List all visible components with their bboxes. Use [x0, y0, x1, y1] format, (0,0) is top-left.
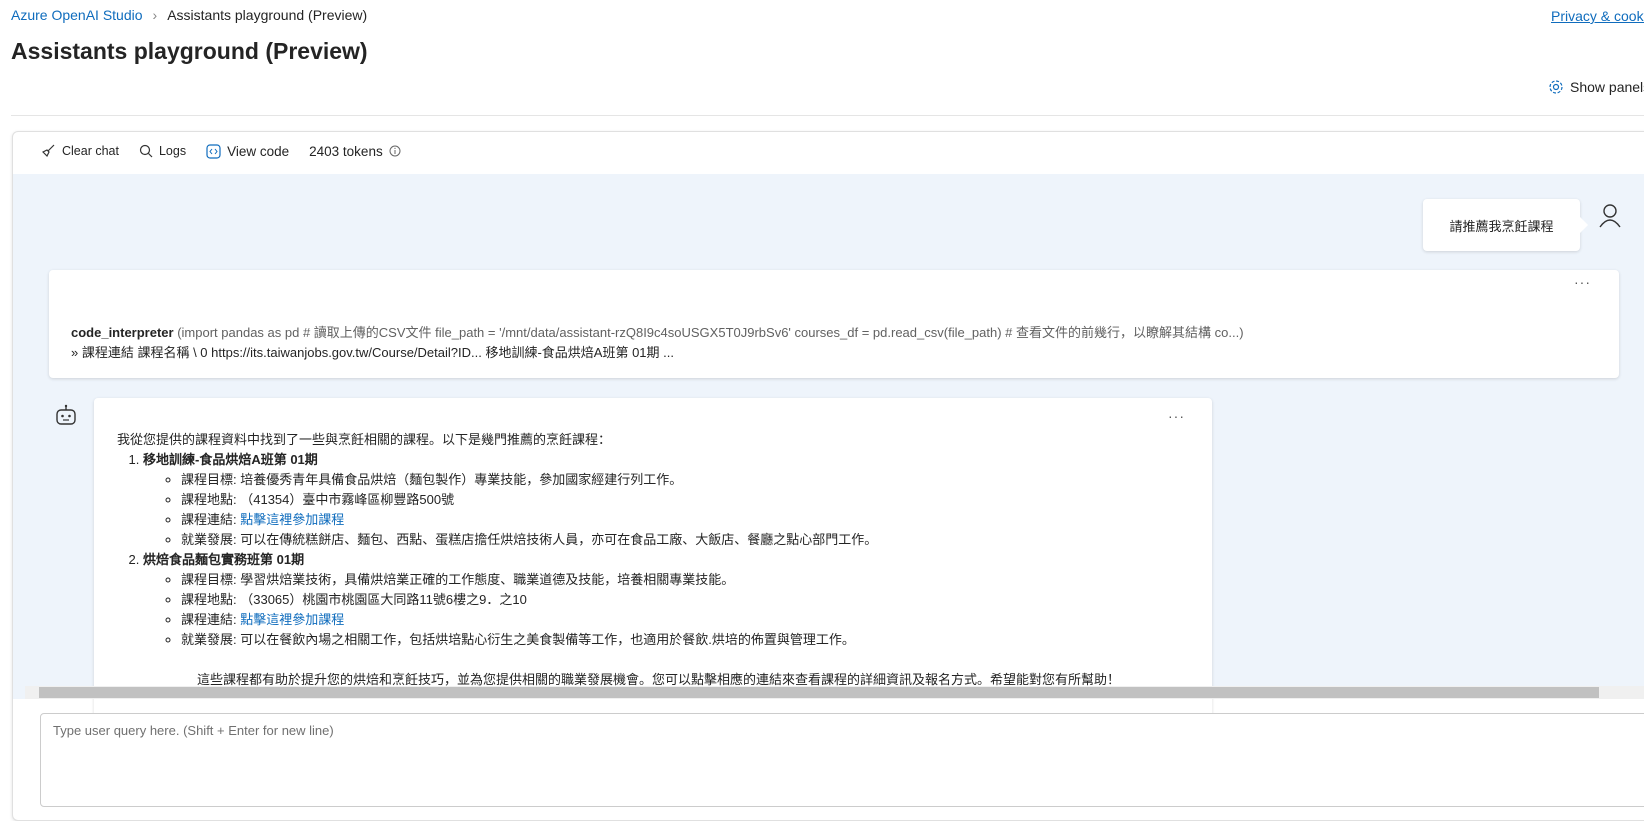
search-icon: [139, 144, 153, 158]
more-options-icon[interactable]: ···: [1168, 408, 1185, 424]
course-detail: 課程地點: （41354）臺中市霧峰區柳豐路500號: [181, 490, 1120, 510]
logs-button[interactable]: Logs: [139, 144, 186, 158]
view-code-button[interactable]: View code: [206, 144, 289, 159]
course-item: 烘焙食品麵包實務班第 01期課程目標: 學習烘焙業技術，具備烘焙業正確的工作態度…: [143, 550, 1120, 650]
detail-text: 可以在餐飲內場之相關工作，包括烘培點心衍生之美食製備等工作，也適用於餐飲.烘培的…: [236, 632, 855, 647]
show-panels-button[interactable]: Show panels: [1548, 79, 1644, 95]
course-item: 移地訓練-食品烘焙A班第 01期課程目標: 培養優秀青年具備食品烘焙（麵包製作）…: [143, 450, 1120, 550]
tool-args: (import pandas as pd # 讀取上傳的CSV文件 file_p…: [177, 325, 1244, 340]
assistant-message-body: 我從您提供的課程資料中找到了一些與烹飪相關的課程。以下是幾門推薦的烹飪課程： 移…: [117, 430, 1120, 690]
gear-icon: [1549, 80, 1563, 94]
course-list: 移地訓練-食品烘焙A班第 01期課程目標: 培養優秀青年具備食品烘焙（麵包製作）…: [143, 450, 1120, 650]
user-message: 請推薦我烹飪課程: [1423, 199, 1588, 251]
detail-label: 課程地點:: [181, 492, 237, 507]
tool-name: code_interpreter: [71, 325, 174, 340]
breadcrumb-root-link[interactable]: Azure OpenAI Studio: [11, 7, 143, 23]
token-count: 2403 tokens: [309, 144, 401, 159]
course-details: 課程目標: 學習烘焙業技術，具備烘焙業正確的工作態度、職業道德及技能，培養相關專…: [181, 570, 1120, 650]
detail-text: 培養優秀青年具備食品烘焙（麵包製作）專業技能，參加國家經建行列工作。: [236, 472, 683, 487]
user-query-input[interactable]: Type user query here. (Shift + Enter for…: [40, 713, 1644, 807]
clear-chat-label: Clear chat: [62, 144, 119, 158]
detail-text: （33065）桃園市桃園區大同路11號6樓之9．之10: [236, 592, 527, 607]
assistant-message: ··· 我從您提供的課程資料中找到了一些與烹飪相關的課程。以下是幾門推薦的烹飪課…: [94, 398, 1212, 718]
info-icon[interactable]: [389, 145, 401, 157]
course-detail: 課程目標: 學習烘焙業技術，具備烘焙業正確的工作態度、職業道德及技能，培養相關專…: [181, 570, 1120, 590]
divider: [11, 115, 1644, 116]
privacy-link[interactable]: Privacy & cookies: [1551, 8, 1644, 24]
chat-toolbar: Clear chat Logs View code 2403 tokens: [40, 143, 401, 159]
show-panels-label: Show panels: [1570, 79, 1644, 95]
bot-icon: [56, 404, 76, 425]
course-link[interactable]: 點擊這裡參加課程: [240, 612, 344, 627]
course-detail: 就業發展: 可以在傳統糕餅店、麵包、西點、蛋糕店擔任烘焙技術人員，亦可在食品工廠…: [181, 530, 1120, 550]
detail-label: 課程目標:: [181, 472, 237, 487]
clear-chat-button[interactable]: Clear chat: [40, 143, 119, 159]
horizontal-scrollbar[interactable]: [25, 686, 1644, 699]
detail-text: （41354）臺中市霧峰區柳豐路500號: [236, 492, 455, 507]
code-call: code_interpreter (import pandas as pd # …: [71, 322, 1244, 341]
course-detail: 就業發展: 可以在餐飲內場之相關工作，包括烘培點心衍生之美食製備等工作，也適用於…: [181, 630, 1120, 650]
more-options-icon[interactable]: ···: [1574, 274, 1591, 290]
course-detail: 課程目標: 培養優秀青年具備食品烘焙（麵包製作）專業技能，參加國家經建行列工作。: [181, 470, 1120, 490]
chevron-right-icon: ›: [152, 7, 158, 23]
detail-label: 就業發展:: [181, 532, 237, 547]
intro-text: 我從您提供的課程資料中找到了一些與烹飪相關的課程。以下是幾門推薦的烹飪課程：: [117, 432, 612, 447]
detail-label: 課程連結:: [181, 612, 237, 627]
user-avatar-icon: [1599, 204, 1621, 228]
detail-text: 學習烘焙業技術，具備烘焙業正確的工作態度、職業道德及技能，培養相關專業技能。: [236, 572, 735, 587]
course-detail: 課程連結: 點擊這裡參加課程: [181, 610, 1120, 630]
detail-text: 可以在傳統糕餅店、麵包、西點、蛋糕店擔任烘焙技術人員，亦可在食品工廠、大飯店、餐…: [236, 532, 878, 547]
course-details: 課程目標: 培養優秀青年具備食品烘焙（麵包製作）專業技能，參加國家經建行列工作。…: [181, 470, 1120, 550]
page-title: Assistants playground (Preview): [11, 38, 368, 64]
detail-label: 課程目標:: [181, 572, 237, 587]
detail-label: 課程地點:: [181, 592, 237, 607]
user-message-text: 請推薦我烹飪課程: [1449, 218, 1554, 234]
logs-label: Logs: [158, 144, 187, 158]
detail-label: 就業發展:: [181, 632, 237, 647]
token-count-label: 2403 tokens: [309, 143, 383, 159]
scrollbar-thumb[interactable]: [39, 687, 1599, 698]
course-link[interactable]: 點擊這裡參加課程: [240, 512, 344, 527]
broom-icon: [41, 144, 55, 158]
view-code-label: View code: [227, 143, 290, 159]
code-interpreter-card: ··· code_interpreter (import pandas as p…: [49, 270, 1619, 378]
course-name: 烘焙食品麵包實務班第 01期: [143, 552, 305, 567]
breadcrumb: Azure OpenAI Studio › Assistants playgro…: [11, 7, 367, 23]
course-detail: 課程地點: （33065）桃園市桃園區大同路11號6樓之9．之10: [181, 590, 1120, 610]
detail-label: 課程連結:: [181, 512, 237, 527]
tool-output: » 課程連結 課程名稱 \ 0 https://its.taiwanjobs.g…: [71, 345, 674, 360]
course-name: 移地訓練-食品烘焙A班第 01期: [143, 452, 318, 467]
course-detail: 課程連結: 點擊這裡參加課程: [181, 510, 1120, 530]
breadcrumb-current: Assistants playground (Preview): [167, 7, 368, 23]
code-icon: [206, 143, 221, 159]
input-placeholder: Type user query here. (Shift + Enter for…: [53, 723, 334, 738]
